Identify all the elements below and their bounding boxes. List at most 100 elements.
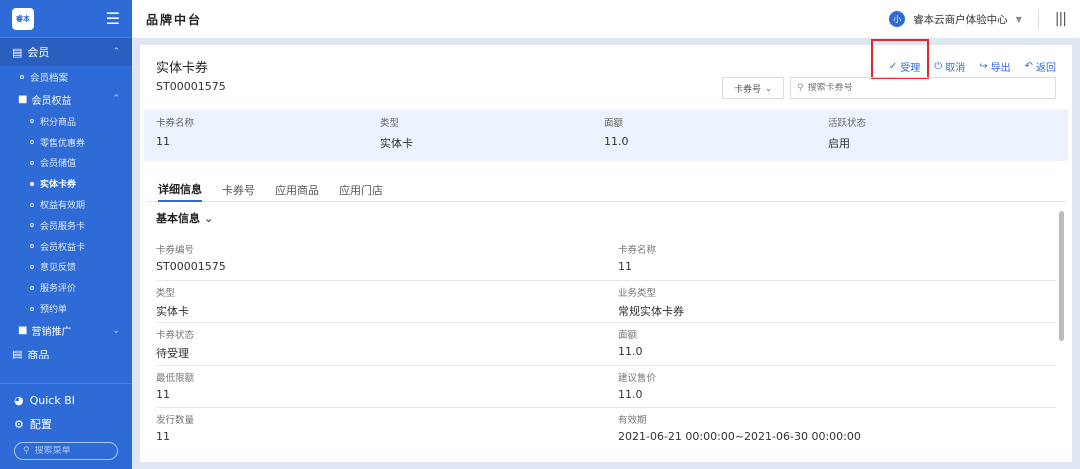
summary-item: 活跃状态 启用 — [828, 115, 1052, 161]
folder-icon: ■ — [18, 325, 28, 337]
search-type-select[interactable]: 卡券号 ⌄ — [722, 77, 784, 99]
avatar: 小 — [889, 11, 906, 27]
summary-value: 实体卡 — [380, 137, 413, 150]
summary-value: 启用 — [828, 137, 850, 150]
field-value: 实体卡 — [156, 304, 189, 318]
sidebar-group-member[interactable]: ▤ 会员 ⌃ — [0, 38, 132, 66]
field-value: 11 — [618, 260, 632, 273]
summary-value: 11.0 — [604, 135, 629, 148]
sidebar-item-service-review[interactable]: 服务评价 — [0, 277, 132, 298]
sidebar-item-stored-value[interactable]: 会员储值 — [0, 153, 132, 174]
field-value: 常规实体卡券 — [618, 304, 684, 318]
field-label: 业务类型 — [618, 287, 657, 299]
member-card-icon: ▤ — [12, 45, 23, 59]
chevron-down-icon: ⌄ — [765, 83, 772, 93]
sidebar-group-marketing[interactable]: ■ 营销推广 ⌄ — [0, 319, 132, 343]
brand-logo: 睿本 — [12, 7, 34, 30]
tab-details[interactable]: 详细信息 — [158, 177, 202, 202]
tab-card-number[interactable]: 卡券号 — [222, 177, 255, 202]
sidebar-group-label: 营销推广 — [31, 327, 72, 339]
menu-toggle-icon[interactable]: ☰ — [106, 9, 120, 28]
bullet-icon — [30, 264, 34, 269]
sidebar-subgroup-benefits[interactable]: ■ 会员权益 ⌃ — [0, 87, 132, 111]
field-label: 类型 — [156, 287, 176, 299]
export-icon: ↪ — [979, 61, 988, 72]
sidebar-item-retail-coupon[interactable]: 零售优惠券 — [0, 132, 132, 153]
export-label: 导出 — [990, 63, 1011, 74]
field-item: 类型 实体卡 — [156, 281, 618, 323]
detail-section: 基本信息 ⌄ 卡券编号 ST00001575 卡券名称 11 类型 实体卡 业务类型常… — [156, 210, 1056, 451]
sidebar-group-label: 商品 — [27, 348, 50, 359]
caret-down-icon[interactable]: ▼ — [1016, 15, 1022, 24]
bullet-icon — [30, 223, 34, 228]
sidebar-item-benefit-card[interactable]: 会员权益卡 — [0, 236, 132, 257]
config-link[interactable]: ⚙ 配置 — [0, 412, 132, 436]
bullet-icon — [30, 202, 34, 207]
check-icon: ✓ — [888, 61, 898, 72]
sidebar-item-label: 会员储值 — [40, 159, 77, 170]
sidebar-footer: ◕ Quick BI ⚙ 配置 ⚲ — [0, 383, 132, 469]
sidebar-item-points-goods[interactable]: 积分商品 — [0, 111, 132, 132]
field-value: 11 — [156, 430, 170, 443]
section-title: 基本信息 — [156, 212, 200, 225]
divider — [1037, 9, 1039, 29]
sidebar-item-benefit-validity[interactable]: 权益有效期 — [0, 194, 132, 215]
accept-label: 受理 — [900, 63, 921, 74]
search-icon: ⚲ — [23, 446, 30, 456]
field-grid: 卡券编号 ST00001575 卡券名称 11 类型 实体卡 业务类型 常规实体卡券 卡… — [156, 238, 1056, 451]
field-label: 最低限额 — [156, 372, 195, 384]
goods-icon: ▤ — [12, 348, 23, 359]
sidebar-item-label: 会员档案 — [30, 72, 69, 84]
menu-search-input[interactable] — [34, 446, 105, 456]
cancel-button[interactable]: ⏻ 取消 — [934, 59, 965, 74]
sidebar-subgroup-label: 会员权益 — [31, 95, 72, 107]
summary-label: 卡券名称 — [156, 118, 195, 129]
tab-applied-stores[interactable]: 应用门店 — [339, 177, 383, 202]
search-input[interactable] — [807, 83, 1028, 93]
org-switcher[interactable]: 睿本云商户体验中心 — [913, 12, 1008, 27]
field-item: 建议售价 11.0 — [618, 366, 1056, 408]
summary-item: 类型 实体卡 — [380, 115, 604, 161]
accept-button[interactable]: ✓ 受理 — [889, 59, 920, 74]
bullet-icon — [20, 74, 24, 79]
tab-bar: 详细信息 卡券号 应用商品 应用门店 — [146, 177, 1066, 202]
sidebar-item-label: 实体卡券 — [40, 180, 77, 191]
summary-panel: 卡券名称 11 类型 实体卡 面额 11.0 活跃状态 启用 — [144, 109, 1068, 161]
sidebar-group-label: 会员 — [27, 46, 50, 59]
sidebar-item-label: 意见反馈 — [40, 263, 77, 274]
sidebar-item-label: 会员服务卡 — [40, 221, 86, 232]
export-button[interactable]: ↪ 导出 — [979, 59, 1010, 74]
scrollbar-thumb[interactable] — [1059, 211, 1064, 341]
sidebar-group-goods[interactable]: ▤ 商品 — [0, 343, 132, 359]
summary-label: 活跃状态 — [828, 118, 867, 129]
field-item: 有效期 2021-06-21 00:00:00~2021-06-30 00:00:… — [618, 408, 1056, 451]
search-icon: ⚲ — [797, 83, 804, 93]
field-label: 卡券状态 — [156, 330, 195, 341]
action-bar: ✓ 受理 ⏻ 取消 ↪ 导出 ↶ 返回 — [889, 59, 1056, 74]
gear-icon: ⚙ — [14, 417, 24, 431]
sidebar-item-label: 积分商品 — [40, 117, 77, 128]
summary-item: 卡券名称 11 — [156, 115, 380, 161]
card-code: ST00001575 — [156, 80, 226, 93]
more-menu-icon[interactable]: ||| — [1055, 11, 1067, 27]
quick-bi-link[interactable]: ◕ Quick BI — [0, 388, 132, 412]
field-value: 待受理 — [156, 347, 189, 360]
back-button[interactable]: ↶ 返回 — [1025, 59, 1056, 74]
section-header[interactable]: 基本信息 ⌄ — [156, 210, 1056, 226]
bullet-icon — [30, 140, 34, 145]
field-item: 卡券名称 11 — [618, 238, 1056, 281]
bullet-icon — [30, 285, 34, 290]
sidebar-item-physical-card[interactable]: 实体卡券 — [0, 173, 132, 194]
sidebar-item-service-card[interactable]: 会员服务卡 — [0, 215, 132, 236]
sidebar-item-reservation[interactable]: 预约单 — [0, 298, 132, 319]
back-arrow-icon: ↶ — [1024, 61, 1033, 72]
sidebar-item-label: 服务评价 — [40, 284, 77, 295]
field-item: 业务类型常规实体卡券 — [618, 281, 1056, 323]
bullet-icon — [30, 119, 34, 124]
detail-card: 实体卡券 ST00001575 ✓ 受理 ⏻ 取消 ↪ 导出 ↶ 返回 卡券号 … — [140, 39, 1072, 462]
sidebar-item-member-profile[interactable]: 会员档案 — [0, 66, 132, 87]
folder-icon: ■ — [18, 93, 28, 105]
field-value: 11.0 — [618, 387, 643, 401]
sidebar-item-feedback[interactable]: 意见反馈 — [0, 257, 132, 278]
tab-applied-goods[interactable]: 应用商品 — [275, 177, 319, 202]
